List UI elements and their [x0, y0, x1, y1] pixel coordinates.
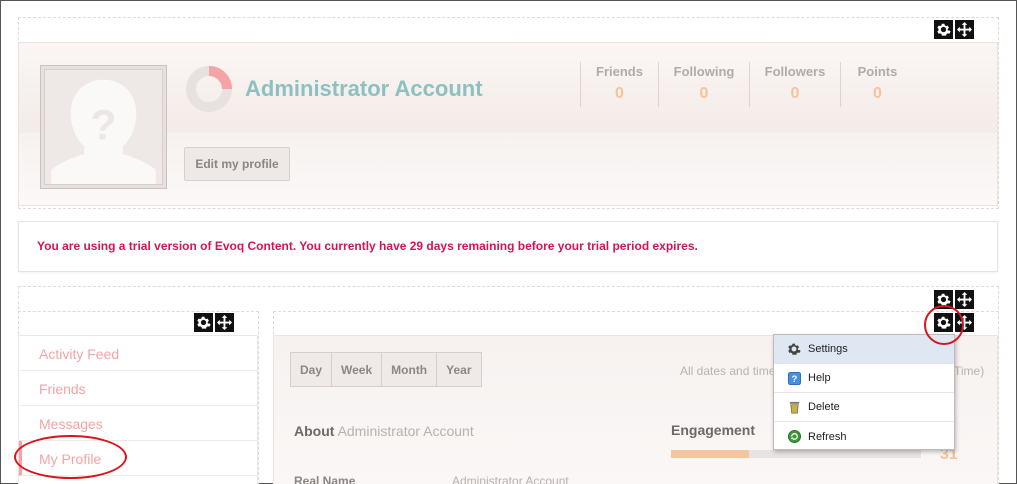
module-actions-menu: Settings ? Help Delete Refresh: [773, 334, 955, 450]
menu-item-label: Refresh: [808, 430, 847, 443]
menu-item-delete[interactable]: Delete: [774, 393, 954, 422]
svg-text:?: ?: [91, 103, 117, 150]
move-icon: [217, 315, 232, 330]
refresh-icon: [787, 430, 801, 444]
stat-following[interactable]: Following 0: [658, 62, 749, 107]
profile-name: Administrator Account: [245, 76, 483, 101]
profile-photo: ?: [40, 65, 167, 189]
stat-friends[interactable]: Friends 0: [580, 62, 658, 107]
nav-module-move-button[interactable]: [215, 313, 234, 332]
stat-label: Following: [673, 64, 735, 79]
stat-label: Points: [857, 64, 898, 79]
engagement-bar-fill: [671, 450, 749, 458]
date-range-selector: Day Week Month Year: [290, 352, 482, 387]
avatar-placeholder-icon: ?: [51, 79, 156, 184]
gear-icon: [937, 23, 951, 36]
annotation-ring-my-profile: [14, 435, 127, 479]
dates-note-left: All dates and time: [680, 364, 776, 378]
nav-item-friends[interactable]: Friends: [19, 371, 257, 406]
real-name-value: Administrator Account: [452, 474, 569, 484]
stat-value: 0: [699, 85, 709, 102]
nav-item-activity-feed[interactable]: Activity Feed: [19, 336, 257, 371]
menu-item-label: Help: [808, 372, 831, 384]
range-day-button[interactable]: Day: [291, 353, 333, 386]
menu-item-label: Settings: [808, 343, 848, 355]
stat-value: 0: [615, 85, 624, 102]
profile-completeness-donut: [186, 66, 232, 112]
real-name-label: Real Name: [294, 474, 356, 484]
menu-item-label: Delete: [808, 401, 840, 413]
move-icon: [957, 292, 972, 307]
engagement-bar: [671, 450, 921, 458]
stat-points[interactable]: Points 0: [840, 62, 914, 107]
menu-item-refresh[interactable]: Refresh: [774, 422, 954, 451]
stat-label: Followers: [764, 64, 826, 79]
stat-followers[interactable]: Followers 0: [749, 62, 840, 107]
about-heading: About Administrator Account: [294, 423, 474, 439]
module-move-button[interactable]: [955, 20, 974, 39]
engagement-label: Engagement: [671, 422, 756, 438]
about-name: Administrator Account: [337, 423, 474, 439]
menu-item-settings[interactable]: Settings: [774, 335, 954, 364]
gear-icon: [787, 342, 801, 356]
nav-module-settings-button[interactable]: [194, 313, 213, 332]
range-month-button[interactable]: Month: [382, 353, 438, 386]
module-settings-button[interactable]: [934, 20, 953, 39]
trial-banner: You are using a trial version of Evoq Co…: [18, 221, 998, 272]
stat-value: 0: [790, 85, 800, 102]
gear-icon: [197, 316, 211, 329]
profile-header: ? Administrator Account Edit my profile …: [18, 42, 998, 206]
help-icon: ?: [787, 371, 801, 385]
stat-label: Friends: [596, 64, 643, 79]
svg-text:?: ?: [791, 374, 797, 384]
move-icon: [957, 22, 972, 37]
about-prefix: About: [294, 423, 335, 439]
annotation-ring-settings: [924, 305, 964, 345]
menu-item-help[interactable]: ? Help: [774, 364, 954, 393]
trash-icon: [787, 400, 801, 414]
range-week-button[interactable]: Week: [332, 353, 383, 386]
range-year-button[interactable]: Year: [437, 353, 480, 386]
dates-note-right: Time): [954, 364, 985, 378]
edit-profile-button[interactable]: Edit my profile: [184, 147, 290, 181]
stat-value: 0: [873, 85, 882, 102]
pane-move-button[interactable]: [955, 290, 974, 309]
